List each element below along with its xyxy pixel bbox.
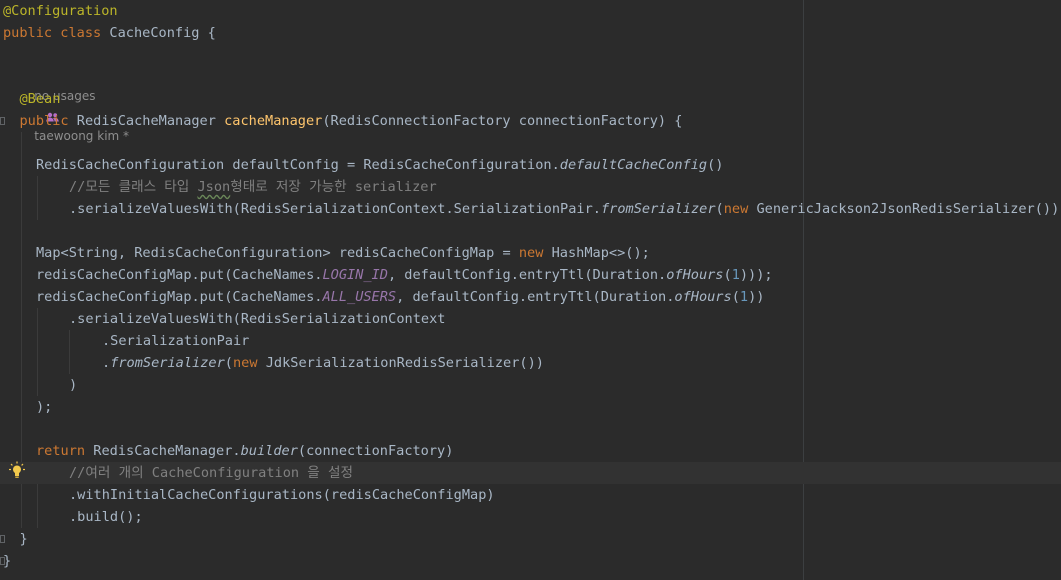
code-token: @Bean [19,91,61,107]
code-token: RedisCacheManager. [93,443,241,459]
code-token: RedisCacheManager [76,113,225,129]
code-line[interactable]: ); [0,396,1061,418]
code-token: ) [69,377,78,393]
code-line[interactable]: .build(); [0,506,1061,528]
code-token: 1 [731,267,740,283]
code-token: HashMap<>(); [551,245,650,261]
code-token: } [3,553,12,569]
code-line[interactable]: //모든 클래스 타입 Json형태로 저장 가능한 serializer [0,176,1061,198]
code-line[interactable]: @Bean [0,88,1061,110]
code-token: redisCacheConfigMap.put(CacheNames. [36,289,323,305]
code-token: { [207,25,216,41]
code-token: } [19,531,28,547]
code-line[interactable]: return RedisCacheManager.builder(connect… [0,440,1061,462]
code-lens-hint[interactable]: no usages taewoong kim * [19,66,129,143]
code-token: return [36,443,94,459]
code-token: fromSerializer [110,355,225,371]
code-token: //모든 클래스 타입 [69,179,198,195]
code-token: ALL_USERS [322,289,397,305]
code-token: .build(); [69,509,143,525]
code-token: new [723,201,757,217]
code-token: CacheConfig [109,25,208,41]
code-token: () [707,157,724,173]
code-token: builder [240,443,298,459]
code-token: ( [731,289,740,305]
code-token: LOGIN_ID [322,267,388,283]
code-line[interactable]: .serializeValuesWith(RedisSerializationC… [0,308,1061,330]
code-token: public [19,113,77,129]
code-token: defaultCacheConfig [559,157,708,173]
code-token: ); [36,399,53,415]
code-token: )) [748,289,765,305]
code-token: @Configuration [3,3,118,19]
code-line[interactable]: RedisCacheConfiguration defaultConfig = … [0,154,1061,176]
code-line[interactable]: @Configuration [0,0,1061,22]
code-line[interactable]: .withInitialCacheConfigurations(redisCac… [0,484,1061,506]
code-line[interactable]: Map<String, RedisCacheConfiguration> red… [0,242,1061,264]
code-token: new [518,245,552,261]
code-token: .serializeValuesWith(RedisSerializationC… [69,201,601,217]
code-token: .withInitialCacheConfigurations(redisCac… [69,487,495,503]
code-token: . [102,355,111,371]
code-token: RedisCacheConfiguration defaultConfig = … [36,157,560,173]
code-line[interactable]: redisCacheConfigMap.put(CacheNames.LOGIN… [0,264,1061,286]
code-token: ofHours [674,289,732,305]
code-line[interactable]: .SerializationPair [0,330,1061,352]
code-token: GenericJackson2JsonRedisSerializer())); [756,201,1061,217]
lightbulb-icon[interactable] [9,461,25,479]
code-token: .SerializationPair [102,333,250,349]
code-token: (connectionFactory) [297,443,454,459]
code-token: JdkSerializationRedisSerializer()) [265,355,544,371]
code-token: (RedisConnectionFactory connectionFactor… [322,113,683,129]
code-line[interactable]: redisCacheConfigMap.put(CacheNames.ALL_U… [0,286,1061,308]
code-line[interactable]: ) [0,374,1061,396]
code-token: Map<String, RedisCacheConfiguration> red… [36,245,519,261]
code-line[interactable]: .fromSerializer(new JdkSerializationRedi… [0,352,1061,374]
code-token: ( [715,201,724,217]
code-token: ( [723,267,732,283]
code-token: cacheManager [224,113,323,129]
code-line[interactable]: //여러 개의 CacheConfiguration 을 설정 [0,462,1061,484]
code-line[interactable]: public RedisCacheManager cacheManager(Re… [0,110,1061,132]
code-token: redisCacheConfigMap.put(CacheNames. [36,267,323,283]
code-token: ))); [739,267,773,283]
code-token: ( [224,355,233,371]
code-line[interactable]: } [0,550,1061,572]
code-token: public class [3,25,110,41]
code-editor[interactable]: no usages taewoong kim * @Configuration p… [0,0,1061,580]
code-token: //여러 개의 CacheConfiguration 을 설정 [69,465,353,481]
code-token: Json [197,179,231,195]
code-line[interactable]: } [0,528,1061,550]
code-token: ofHours [666,267,724,283]
code-token: fromSerializer [600,201,716,217]
code-line[interactable]: .serializeValuesWith(RedisSerializationC… [0,198,1061,220]
code-token: 형태로 저장 가능한 serializer [230,179,437,195]
code-token: new [232,355,266,371]
code-token: .serializeValuesWith(RedisSerializationC… [69,311,446,327]
code-line[interactable]: public class CacheConfig { [0,22,1061,44]
code-token: , defaultConfig.entryTtl(Duration. [396,289,675,305]
code-token: 1 [739,289,749,305]
code-token: , defaultConfig.entryTtl(Duration. [387,267,667,283]
